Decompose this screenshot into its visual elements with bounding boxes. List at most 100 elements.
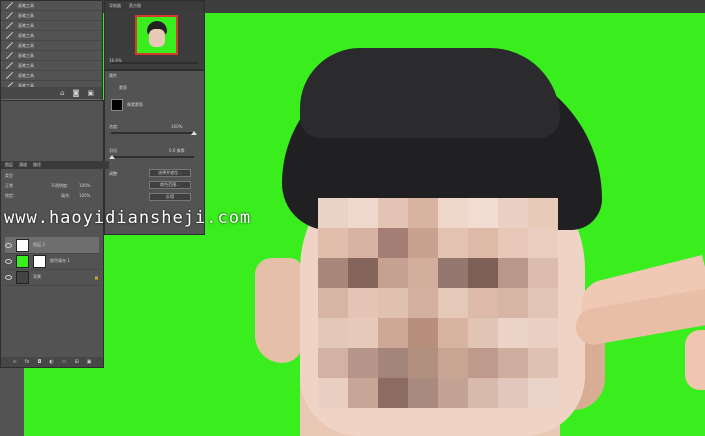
mosaic-tile [318, 318, 348, 348]
mosaic-tile [498, 318, 528, 348]
tab-paths[interactable]: 路径 [33, 162, 41, 168]
layer-mask-thumbnail [33, 254, 46, 268]
trash-icon[interactable]: ▣ [87, 359, 92, 365]
zoom-slider[interactable] [111, 62, 198, 64]
mosaic-tile [498, 258, 528, 288]
mosaic-tile [528, 318, 558, 348]
history-item-label: 画笔工具 [18, 52, 34, 58]
mosaic-tile [348, 288, 378, 318]
brush-icon [5, 31, 14, 40]
person-hair-top [300, 48, 560, 138]
mosaic-tile [318, 258, 348, 288]
density-value[interactable]: 100% [171, 124, 200, 129]
navigator-tabs: 导航器 直方图 [105, 1, 204, 11]
mosaic-tile [528, 348, 558, 378]
snapshot-icon[interactable]: ⌂ [60, 89, 64, 97]
blend-mode-select[interactable]: 正常 [5, 183, 35, 189]
mosaic-tile [498, 378, 528, 408]
mosaic-tile [408, 348, 438, 378]
history-item[interactable]: 画笔工具 [1, 51, 102, 61]
mosaic-tile [468, 198, 498, 228]
history-item-label: 画笔工具 [18, 12, 34, 18]
layer-name: 颜色填充 1 [50, 258, 70, 263]
link-icon[interactable]: ∞ [13, 359, 17, 365]
mosaic-tile [348, 258, 378, 288]
mosaic-tile [408, 288, 438, 318]
history-item-label: 画笔工具 [18, 72, 34, 78]
add-mask-icon[interactable]: ◘ [37, 359, 41, 365]
mosaic-tile [528, 228, 558, 258]
layer-row[interactable]: 图层 3 [5, 237, 99, 254]
mosaic-tile [438, 258, 468, 288]
layer-kind-filter[interactable]: 类型 [5, 173, 99, 179]
feather-slider[interactable] [111, 156, 194, 158]
mask-thumbnail[interactable] [111, 99, 123, 111]
color-range-button[interactable]: 颜色范围... [149, 181, 191, 189]
history-item[interactable]: 画笔工具 [1, 1, 102, 11]
pixelated-face-mosaic [318, 198, 558, 408]
navigator-thumbnail[interactable] [135, 15, 178, 55]
history-item-label: 画笔工具 [18, 32, 34, 38]
mosaic-tile [498, 288, 528, 318]
brush-icon [5, 51, 14, 60]
folder-icon[interactable]: ▭ [62, 359, 67, 365]
brush-icon [5, 21, 14, 30]
history-item[interactable]: 画笔工具 [1, 71, 102, 81]
feather-value[interactable]: 0.0 像素 [169, 148, 200, 154]
visibility-eye-icon[interactable] [5, 242, 12, 248]
tab-histogram[interactable]: 直方图 [129, 3, 141, 9]
mosaic-tile [408, 198, 438, 228]
hand-palm [685, 330, 705, 390]
new-layer-icon[interactable]: ⊞ [75, 359, 79, 365]
mosaic-tile [348, 378, 378, 408]
mosaic-tile [318, 348, 348, 378]
mosaic-tile [318, 378, 348, 408]
opacity-value[interactable]: 100% [79, 183, 99, 188]
layer-row[interactable]: 颜色填充 1 [5, 253, 99, 270]
thumbnail-face [149, 29, 165, 47]
adjustment-icon[interactable]: ◐ [49, 359, 53, 365]
history-panel: 画笔工具画笔工具画笔工具画笔工具画笔工具画笔工具画笔工具画笔工具画笔工具画笔工具… [0, 0, 103, 101]
layers-tabs: 图层 通道 路径 [1, 161, 109, 169]
brush-icon [5, 11, 14, 20]
history-item[interactable]: 画笔工具 [1, 41, 102, 51]
history-item[interactable]: 画笔工具 [1, 21, 102, 31]
mosaic-tile [348, 198, 378, 228]
fill-value[interactable]: 100% [79, 193, 99, 198]
mosaic-tile [498, 228, 528, 258]
history-item-label: 画笔工具 [18, 2, 34, 8]
fx-icon[interactable]: fx [25, 359, 30, 365]
history-item[interactable]: 画笔工具 [1, 61, 102, 71]
invert-button[interactable]: 反相 [149, 193, 191, 201]
feather-slider-knob[interactable] [109, 155, 115, 159]
density-slider-knob[interactable] [191, 131, 197, 135]
select-and-mask-button[interactable]: 选择并遮住... [149, 169, 191, 177]
mosaic-tile [378, 378, 408, 408]
mosaic-tile [348, 318, 378, 348]
visibility-eye-icon[interactable] [5, 258, 12, 264]
mosaic-tile [438, 198, 468, 228]
mosaic-tile [378, 228, 408, 258]
mosaic-tile [378, 198, 408, 228]
tab-layers[interactable]: 图层 [5, 162, 13, 168]
layer-row[interactable]: 背景 🔒 [5, 269, 99, 286]
trash-icon[interactable]: ▣ [87, 89, 94, 97]
mosaic-tile [468, 348, 498, 378]
density-slider[interactable] [111, 132, 194, 134]
visibility-eye-icon[interactable] [5, 274, 12, 280]
tab-channels[interactable]: 通道 [19, 162, 27, 168]
history-item[interactable]: 画笔工具 [1, 31, 102, 41]
layers-toolbar: ∞ fx ◘ ◐ ▭ ⊞ ▣ [1, 357, 103, 367]
tab-navigator[interactable]: 导航器 [109, 3, 121, 9]
mosaic-tile [408, 318, 438, 348]
history-item-label: 画笔工具 [18, 22, 34, 28]
mosaic-tile [438, 288, 468, 318]
mosaic-tile [498, 348, 528, 378]
mosaic-tile [438, 348, 468, 378]
history-item[interactable]: 画笔工具 [1, 11, 102, 21]
mosaic-tile [378, 258, 408, 288]
watermark-text: www.haoyidiansheji.com [4, 208, 252, 228]
brush-icon [5, 41, 14, 50]
brush-icon [5, 61, 14, 70]
camera-icon[interactable]: ◙ [73, 89, 80, 97]
